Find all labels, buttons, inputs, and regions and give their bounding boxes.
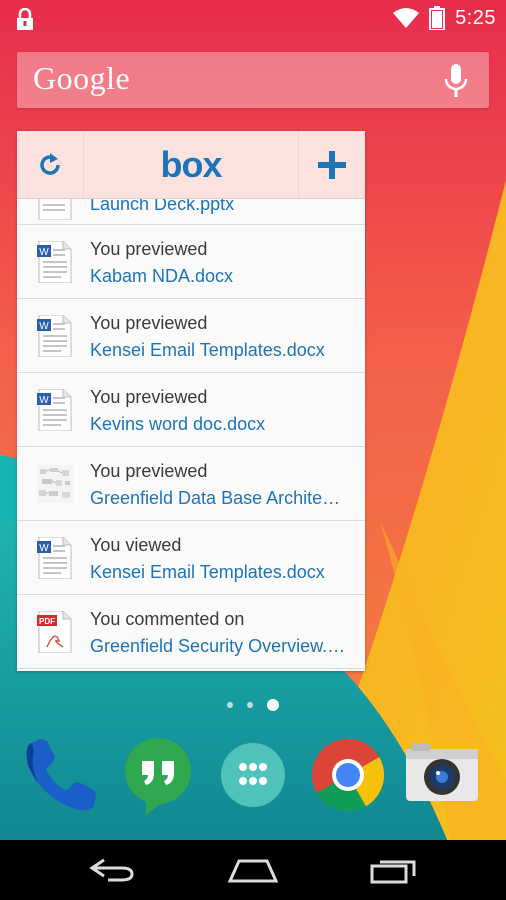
file-name[interactable]: Kevins word doc.docx [90, 414, 358, 435]
google-search-bar[interactable]: Google [17, 52, 489, 108]
word-document-icon: W [37, 315, 72, 357]
navigation-bar [0, 840, 506, 900]
plus-icon [318, 150, 346, 179]
activity-text: You previewed [90, 239, 208, 259]
file-name[interactable]: Kensei Email Templates.docx [90, 340, 358, 361]
page-dot [227, 702, 233, 708]
word-document-icon: W [37, 241, 72, 283]
file-name[interactable]: Greenfield Security Overview.… [90, 636, 358, 657]
wifi-icon [393, 8, 420, 28]
svg-text:W: W [39, 247, 49, 258]
svg-text:W: W [39, 395, 49, 406]
recents-button[interactable] [365, 850, 425, 890]
list-item[interactable]: W You previewed Kabam NDA.docx [17, 225, 365, 299]
back-button[interactable] [82, 850, 142, 890]
pdf-badge: PDF [39, 617, 55, 626]
svg-text:W: W [39, 543, 49, 554]
refresh-button[interactable] [17, 131, 84, 198]
document-icon [38, 198, 72, 220]
word-document-icon: W [37, 389, 72, 431]
word-document-icon: W [37, 537, 72, 579]
page-dot-active [267, 699, 279, 711]
home-button[interactable] [223, 850, 283, 890]
activity-text: You previewed [90, 313, 208, 333]
activity-text: You previewed [90, 387, 208, 407]
home-icon [227, 859, 279, 883]
list-item[interactable]: W You previewed Kensei Email Templates.d… [17, 299, 365, 373]
refresh-icon [40, 152, 60, 175]
phone-app-icon[interactable] [22, 735, 102, 815]
app-dock [0, 735, 506, 819]
list-item[interactable]: W You previewed Kevins word doc.docx [17, 373, 365, 447]
file-name[interactable]: Kensei Email Templates.docx [90, 562, 358, 583]
svg-text:W: W [39, 321, 49, 332]
page-dot [247, 702, 253, 708]
activity-text: You viewed [90, 535, 182, 555]
image-thumbnail-icon [37, 465, 73, 503]
box-widget: box Launch Deck.pptx W You previewed Kab… [17, 131, 365, 671]
add-button[interactable] [298, 131, 365, 198]
activity-list[interactable]: Launch Deck.pptx W You previewed Kabam N… [17, 198, 365, 669]
pdf-document-icon: PDF [37, 611, 72, 653]
list-item[interactable]: You previewed Greenfield Data Base Archi… [17, 447, 365, 521]
file-name[interactable]: Launch Deck.pptx [90, 198, 358, 215]
list-item[interactable]: PDF You commented on Greenfield Security… [17, 595, 365, 669]
lock-icon [17, 8, 33, 30]
activity-text: You commented on [90, 609, 245, 629]
page-indicator [0, 697, 506, 713]
google-label: Google [33, 60, 131, 96]
box-widget-header: box [17, 131, 365, 199]
list-item[interactable]: W You viewed Kensei Email Templates.docx [17, 521, 365, 595]
back-icon [89, 858, 134, 882]
file-name[interactable]: Greenfield Data Base Archite… [90, 488, 358, 509]
camera-app-icon[interactable] [402, 735, 482, 815]
file-name[interactable]: Kabam NDA.docx [90, 266, 358, 287]
clock: 5:25 [455, 6, 496, 29]
activity-text: You previewed [90, 461, 208, 481]
app-drawer-icon[interactable] [213, 735, 293, 815]
chrome-app-icon[interactable] [308, 735, 388, 815]
list-item[interactable]: Launch Deck.pptx [17, 198, 365, 225]
battery-icon [429, 6, 446, 30]
status-bar: 5:25 [0, 0, 506, 38]
box-logo: box [160, 143, 222, 185]
microphone-icon[interactable] [443, 64, 469, 98]
recents-icon [370, 860, 416, 884]
hangouts-app-icon[interactable] [118, 735, 198, 815]
